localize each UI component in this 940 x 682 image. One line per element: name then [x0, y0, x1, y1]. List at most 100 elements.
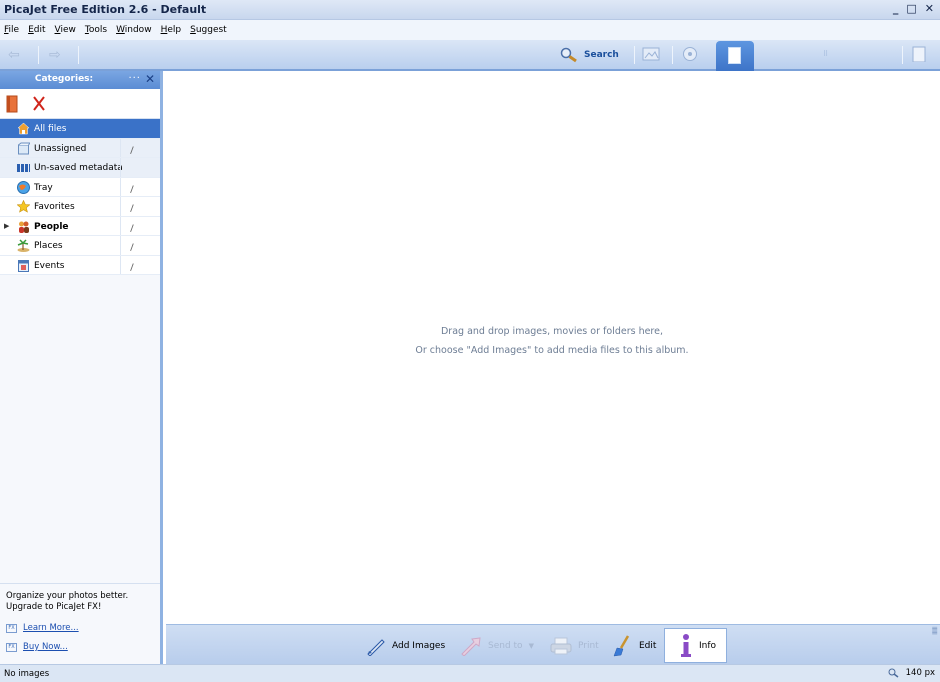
menu-bar: File Edit View Tools Window Help Suggest [0, 20, 940, 40]
minimize-button[interactable]: _ [893, 2, 899, 15]
attach-cell: 𝍷 [120, 177, 162, 197]
panel-toggle-icon[interactable] [911, 46, 929, 62]
toolbar-separator [672, 46, 673, 64]
menu-file[interactable]: File [4, 25, 19, 35]
attach-cell: 𝍷 [120, 138, 162, 158]
window-controls: _ □ ✕ [893, 2, 934, 15]
back-arrow-icon[interactable]: ⇦ [8, 48, 28, 62]
print-button[interactable]: Print [550, 633, 599, 659]
single-page-view-tab[interactable] [716, 41, 754, 71]
people-icon [19, 221, 29, 233]
printer-icon [550, 637, 572, 655]
category-label: People [34, 221, 69, 232]
delete-category-icon[interactable] [32, 96, 46, 112]
attach-cell: 𝍷 [120, 236, 162, 255]
drop-hint-line-2: Or choose "Add Images" to add media file… [415, 345, 689, 356]
brush-icon [613, 635, 630, 657]
send-to-icon [461, 637, 481, 656]
send-to-button[interactable]: Send to ▼ [460, 633, 534, 659]
attach-cell: 𝍷 [120, 216, 162, 236]
zoom-icon [888, 668, 899, 678]
menu-edit[interactable]: Edit [28, 25, 45, 35]
category-places[interactable]: Places 𝍷 [0, 236, 160, 256]
categories-panel: Categories: ··· ✕ All files Unassigned 𝍷… [0, 71, 163, 664]
category-list: All files Unassigned 𝍷 Un-saved metadata [0, 119, 160, 275]
learn-more-link[interactable]: FX Learn More... [6, 623, 79, 633]
add-images-icon [367, 639, 385, 656]
promo-text: Organize your photos better. Upgrade to … [6, 591, 128, 613]
info-button[interactable]: Info [664, 628, 728, 663]
title-bar: PicaJet Free Edition 2.6 - Default _ □ ✕ [0, 0, 940, 20]
zoom-indicator[interactable]: 140 px [888, 668, 935, 678]
maximize-button[interactable]: □ [906, 2, 916, 15]
fx-badge-icon: FX [6, 642, 17, 652]
add-images-button[interactable]: Add Images [366, 633, 445, 659]
new-category-icon[interactable] [5, 95, 19, 113]
drag-handle-icon[interactable]: ⠿ [823, 50, 828, 58]
album-drop-area[interactable]: Drag and drop images, movies or folders … [166, 71, 940, 624]
promo-line-1: Organize your photos better. [6, 591, 129, 601]
category-unassigned[interactable]: Unassigned 𝍷 [0, 138, 162, 158]
star-icon [17, 200, 30, 213]
category-favorites[interactable]: Favorites 𝍷 [0, 197, 160, 217]
panel-options-icon[interactable]: ··· [128, 73, 141, 84]
menu-suggest[interactable]: Suggest [190, 25, 227, 35]
paperclip-icon[interactable]: 𝍷 [124, 258, 139, 279]
attach-cell: 𝍷 [120, 255, 162, 275]
edit-button[interactable]: Edit [613, 633, 656, 659]
categories-toolbar [0, 89, 160, 119]
panel-close-icon[interactable]: ✕ [145, 72, 155, 86]
zoom-value: 140 px [905, 668, 935, 678]
learn-more-label: Learn More... [23, 623, 79, 633]
picture-view-icon[interactable] [642, 46, 660, 62]
resize-grip-icon[interactable]: ≡ ≡ [931, 625, 938, 637]
category-all-files[interactable]: All files [0, 119, 160, 139]
page-icon [728, 47, 741, 64]
category-unsaved-metadata[interactable]: Un-saved metadata [0, 158, 160, 178]
menu-view[interactable]: View [55, 25, 76, 35]
buy-now-link[interactable]: FX Buy Now... [6, 642, 68, 652]
buy-now-label: Buy Now... [23, 642, 68, 652]
category-people[interactable]: ▶ People 𝍷 [0, 216, 162, 236]
status-bar: No images 140 px [0, 664, 940, 682]
category-label: All files [34, 124, 67, 134]
search-icon [560, 47, 577, 63]
category-label: Places [34, 241, 63, 251]
toolbar-separator [38, 46, 39, 64]
fx-badge-icon: FX [6, 623, 17, 633]
menu-window[interactable]: Window [116, 25, 152, 35]
island-icon [17, 239, 30, 252]
category-events[interactable]: Events 𝍷 [0, 255, 162, 275]
box-icon [18, 142, 30, 154]
edit-label: Edit [639, 641, 657, 651]
house-icon [17, 122, 30, 135]
action-bar: Add Images Send to ▼ Print Edit Info ≡ ≡ [166, 624, 940, 664]
status-text: No images [4, 669, 50, 679]
info-label: Info [699, 640, 717, 651]
search-button[interactable]: Search [559, 46, 619, 64]
toolbar-separator [78, 46, 79, 64]
info-icon [681, 633, 691, 657]
categories-title: Categories: [34, 74, 94, 84]
categories-header: Categories: ··· ✕ [0, 71, 160, 89]
window-title: PicaJet Free Edition 2.6 - Default [4, 3, 207, 16]
forward-arrow-icon[interactable]: ⇨ [49, 48, 69, 62]
menu-tools[interactable]: Tools [85, 25, 107, 35]
print-label: Print [578, 641, 599, 651]
bars-icon [17, 164, 30, 172]
category-label: Tray [34, 182, 53, 193]
category-label: Events [34, 260, 65, 271]
calendar-icon [18, 259, 29, 272]
expand-arrow-icon[interactable]: ▶ [4, 222, 9, 230]
search-label: Search [584, 50, 619, 60]
toolbar-separator [634, 46, 635, 64]
menu-help[interactable]: Help [161, 25, 182, 35]
filmstrip-view-icon[interactable] [682, 46, 700, 62]
drop-hint-line-1: Drag and drop images, movies or folders … [440, 326, 663, 337]
main-toolbar: ⇦ ⇨ Search ⠿ [0, 40, 940, 71]
promo-line-2: Upgrade to PicaJet FX! [6, 602, 102, 612]
category-tray[interactable]: Tray 𝍷 [0, 177, 162, 197]
dropdown-arrow-icon[interactable]: ▼ [529, 642, 534, 650]
close-button[interactable]: ✕ [925, 2, 934, 15]
upgrade-promo: Organize your photos better. Upgrade to … [0, 583, 160, 664]
